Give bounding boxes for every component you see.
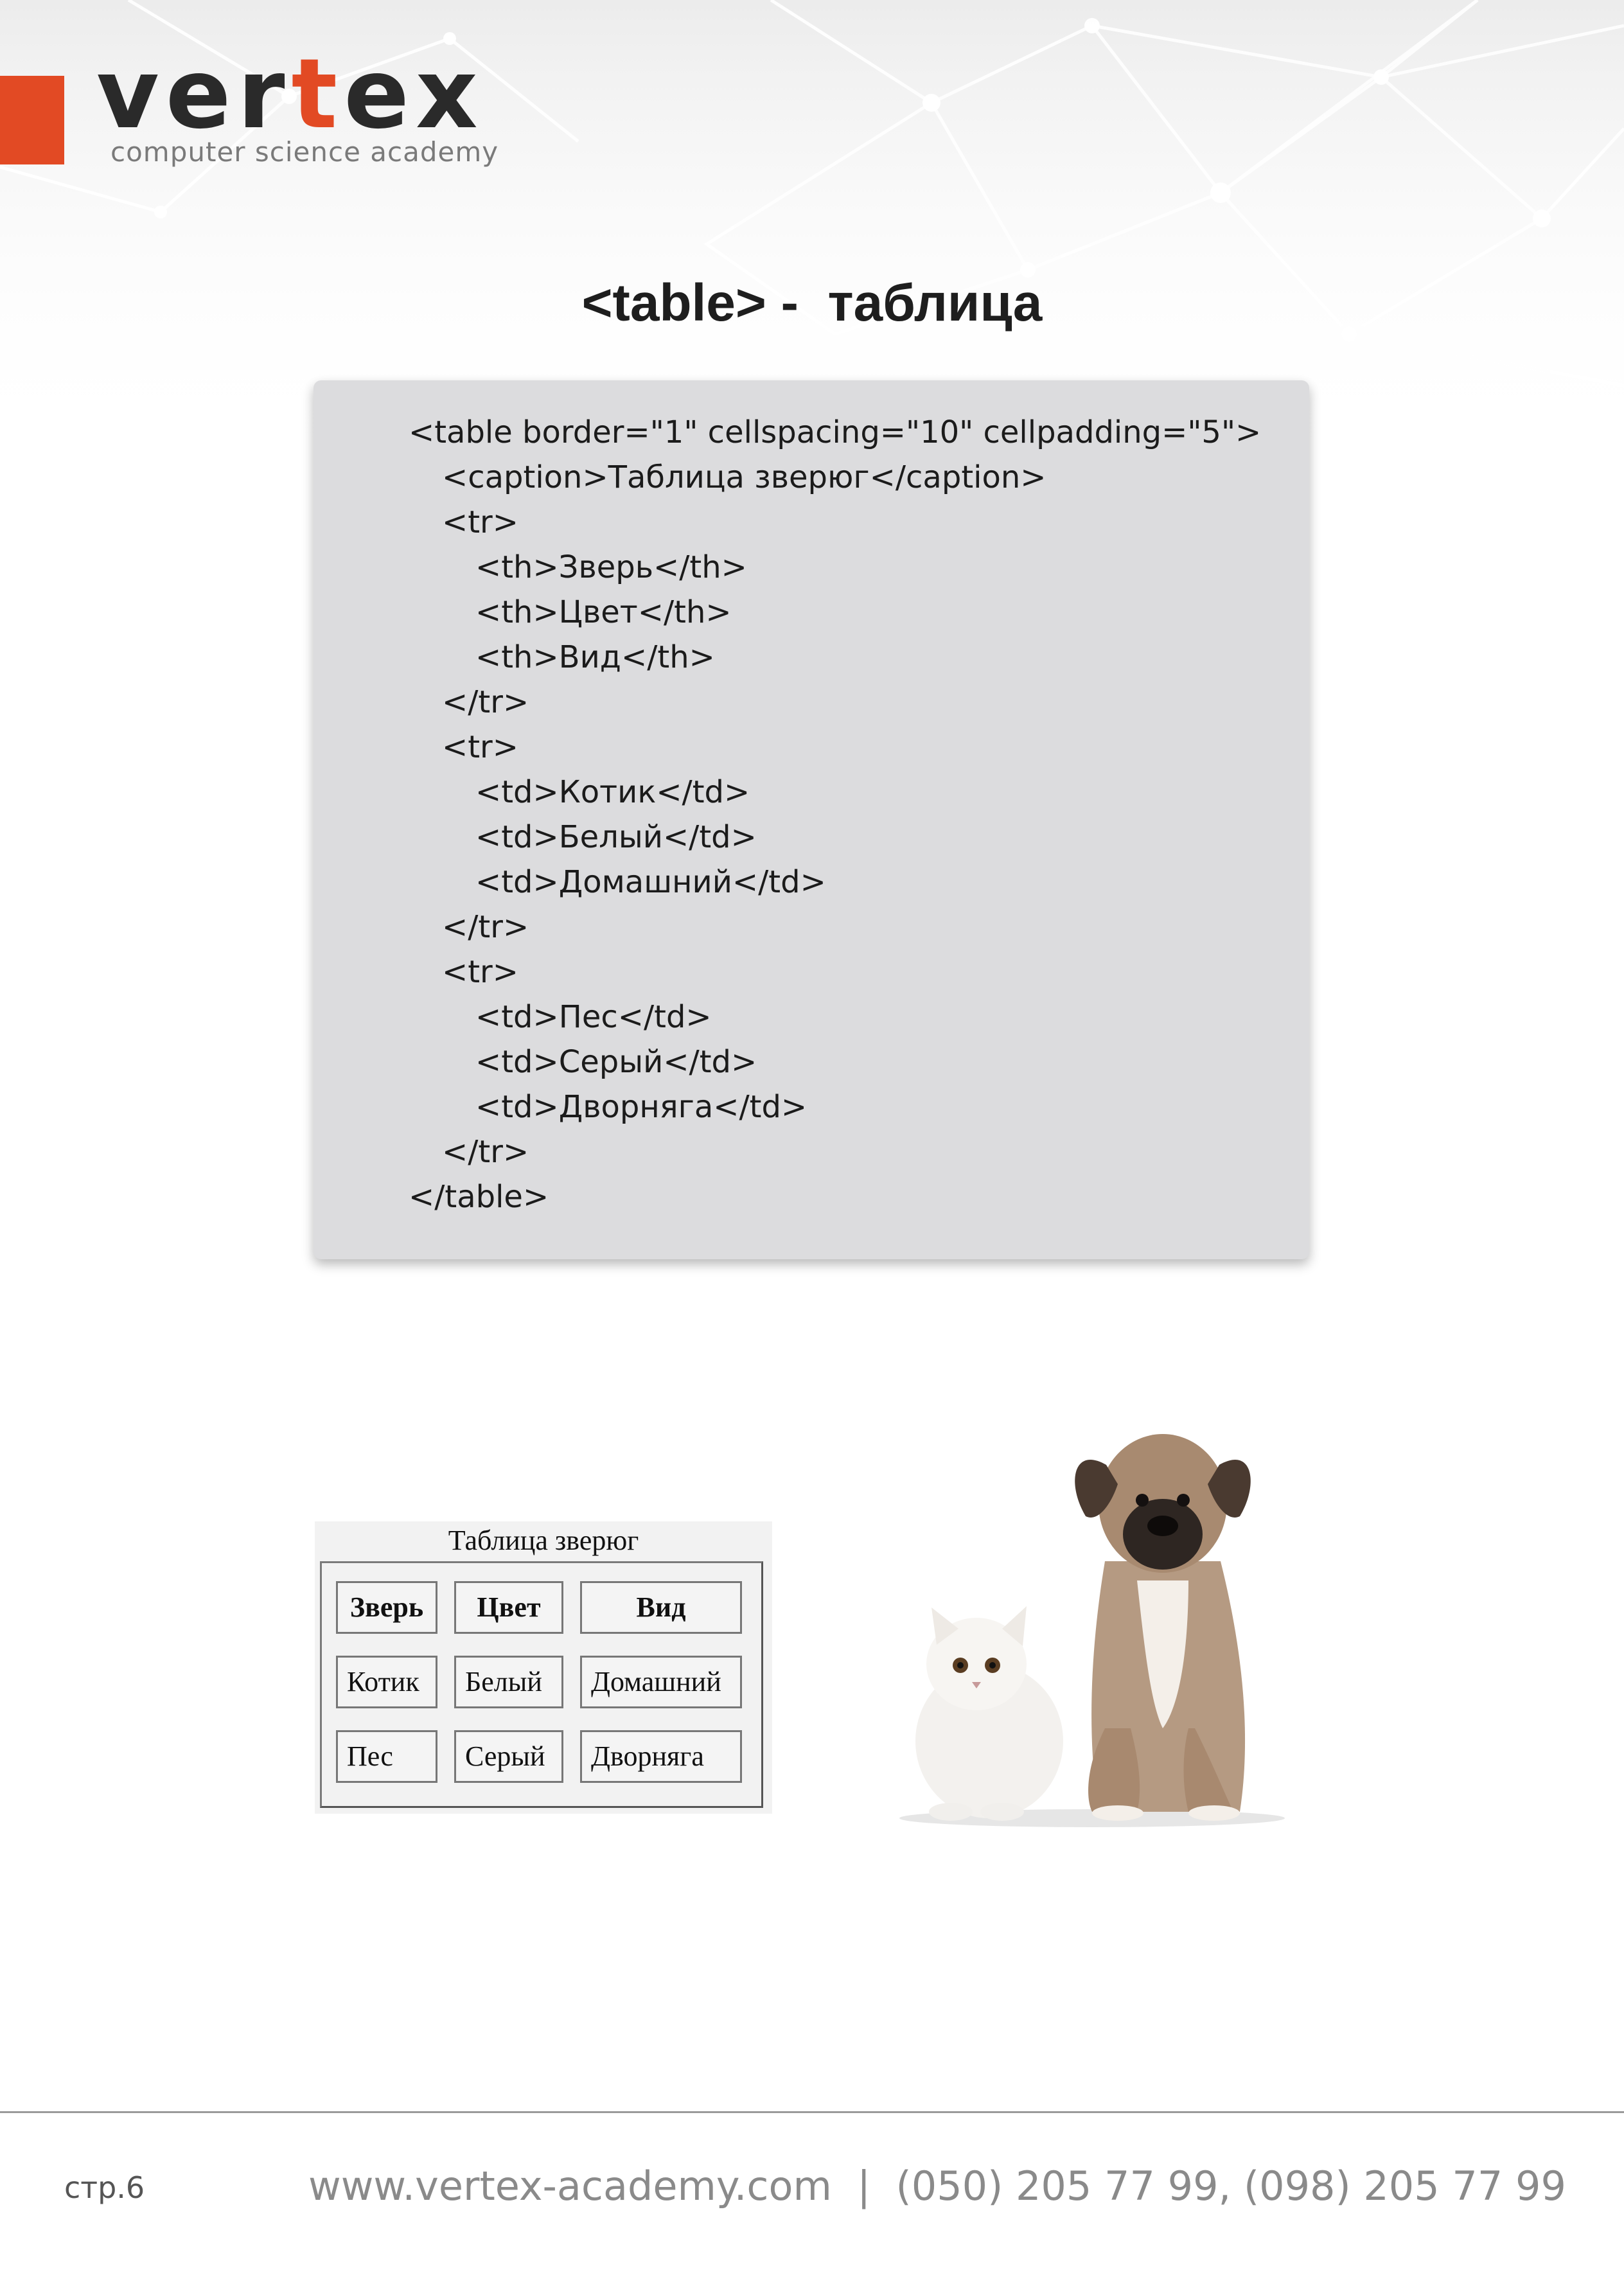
table-cell: Дворняга (580, 1730, 742, 1783)
page-number: стр.6 (64, 2170, 145, 2205)
code-line: <th>Зверь</th> (475, 549, 747, 585)
code-line: <tr> (442, 954, 518, 990)
code-listing-box: <table border="1" cellspacing="10" cellp… (313, 380, 1309, 1259)
code-line: <td>Пес</td> (475, 999, 712, 1035)
table-cell: Пес (336, 1730, 437, 1783)
table-cell: Домашний (580, 1656, 742, 1708)
code-line: </tr> (442, 909, 529, 945)
code-lines: <table border="1" cellspacing="10" cellp… (409, 410, 1261, 1219)
code-line: <tr> (442, 729, 518, 765)
puppy-illustration (1075, 1434, 1251, 1821)
table-cell: Котик (336, 1656, 437, 1708)
code-line: <td>Котик</td> (475, 774, 750, 810)
code-line: <th>Цвет</th> (475, 594, 732, 630)
code-line: <td>Серый</td> (475, 1044, 757, 1080)
rendered-table-preview: Таблица зверюг Зверь Цвет Вид Котик Белы… (315, 1521, 772, 1814)
logo-subtitle: computer science academy (110, 136, 499, 168)
table-cell: Серый (454, 1730, 563, 1783)
code-line: <th>Вид</th> (475, 639, 715, 675)
code-line: <tr> (442, 504, 518, 540)
table-header-cell: Цвет (454, 1581, 563, 1634)
page-title: <table> - таблица (581, 274, 1043, 332)
code-line: <td>Дворняга</td> (475, 1089, 808, 1125)
table-caption: Таблица зверюг (448, 1525, 639, 1556)
kitten-and-puppy-image (899, 1434, 1285, 1827)
footer-divider (0, 2111, 1624, 2113)
code-line: <caption>Таблица зверюг</caption> (442, 459, 1046, 495)
logo-accent-square (0, 76, 64, 164)
table-header-cell: Зверь (336, 1581, 437, 1634)
table-frame: Зверь Цвет Вид Котик Белый Домашний Пес … (320, 1561, 763, 1808)
code-line: </tr> (442, 684, 529, 720)
footer-contact: www.vertex-academy.com | (050) 205 77 99… (308, 2163, 1566, 2209)
code-line: </table> (409, 1179, 549, 1215)
table-cell: Белый (454, 1656, 563, 1708)
logo-wordmark: vertex (96, 39, 484, 150)
code-line: <td>Домашний</td> (475, 864, 826, 900)
code-line: </tr> (442, 1134, 529, 1170)
code-line: <table border="1" cellspacing="10" cellp… (409, 414, 1262, 450)
table-header-cell: Вид (580, 1581, 742, 1634)
code-line: <td>Белый</td> (475, 819, 757, 855)
kitten-illustration (915, 1606, 1063, 1821)
